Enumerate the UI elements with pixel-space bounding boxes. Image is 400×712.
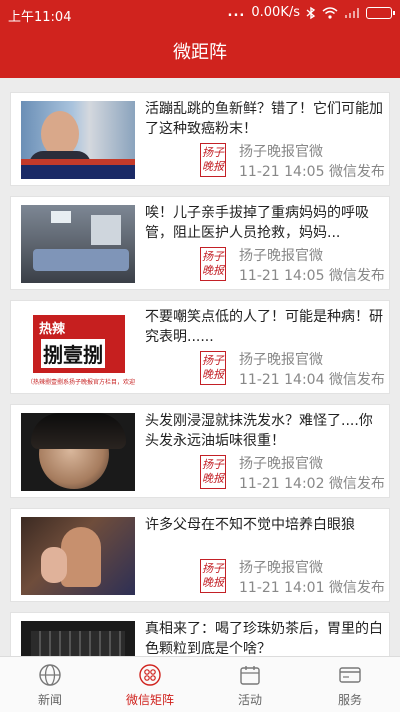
card-icon <box>339 667 361 683</box>
article-time: 11-21 14:02 <box>239 476 325 492</box>
tab-wechat-matrix[interactable]: 微信矩阵 <box>100 657 200 712</box>
article-channel: 微信发布 <box>328 372 385 388</box>
thumb-tag: 热辣 <box>39 322 66 337</box>
article-time: 11-21 14:04 <box>239 372 325 388</box>
article-card[interactable]: 唉！儿子亲手拔掉了重病妈妈的呼吸管，阻止医护人员抢救，妈妈... 扬子 晚报 扬子… <box>10 196 390 290</box>
article-source: 扬子晚报官微 <box>239 248 323 264</box>
tab-news[interactable]: 新闻 <box>0 657 100 712</box>
publisher-logo: 扬子 晚报 <box>200 559 226 593</box>
article-card[interactable]: 头发刚浸湿就抹洗发水？难怪了....你头发永远油垢味很重！ 扬子 晚报 扬子晚报官… <box>10 404 390 498</box>
article-thumbnail <box>21 413 135 491</box>
article-source: 扬子晚报官微 <box>239 144 323 160</box>
article-card[interactable]: 真相来了：喝了珍珠奶茶后，胃里的白色颗粒到底是个啥？ <box>10 612 390 656</box>
article-title: 唉！儿子亲手拔掉了重病妈妈的呼吸管，阻止医护人员抢救，妈妈... <box>145 205 369 241</box>
notification-dots: ... <box>227 5 246 20</box>
wifi-icon <box>322 6 338 19</box>
publisher-logo: 扬子 晚报 <box>200 247 226 281</box>
article-title: 许多父母在不知不觉中培养白眼狼 <box>145 517 355 533</box>
article-card[interactable]: 热辣 捌壹捌 （热辣捌壹捌系扬子晚报官方栏目，欢迎关注） 不要嘲笑点低的人了！可… <box>10 300 390 394</box>
article-time: 11-21 14:05 <box>239 268 325 284</box>
tab-label: 服务 <box>337 693 362 707</box>
article-meta: 11-21 14:05 微信发布 <box>239 161 385 181</box>
net-speed: 0.00K/s <box>251 5 300 20</box>
thumb-caption: （热辣捌壹捌系扬子晚报官方栏目，欢迎关注） <box>27 379 135 386</box>
article-time: 11-21 14:05 <box>239 164 325 180</box>
bottom-tab-bar: 新闻 微信矩阵 活动 服务 <box>0 656 400 712</box>
status-indicators: ... 0.00K/s <box>227 5 395 20</box>
globe-icon <box>39 664 61 686</box>
tab-events[interactable]: 活动 <box>200 657 300 712</box>
article-channel: 微信发布 <box>328 164 385 180</box>
thumb-title: 捌壹捌 <box>41 339 105 368</box>
status-time: 上午11:04 <box>8 10 72 25</box>
battery-icon <box>366 6 395 19</box>
article-thumbnail <box>21 101 135 179</box>
article-source: 扬子晚报官微 <box>239 456 323 472</box>
publisher-logo: 扬子 晚报 <box>200 351 226 385</box>
article-thumbnail <box>21 205 135 283</box>
article-time: 11-21 14:01 <box>239 580 325 596</box>
matrix-icon <box>139 664 161 686</box>
article-source: 扬子晚报官微 <box>239 352 323 368</box>
article-meta: 11-21 14:01 微信发布 <box>239 577 385 597</box>
calendar-icon <box>240 666 260 685</box>
tab-services[interactable]: 服务 <box>300 657 400 712</box>
tab-label: 新闻 <box>37 693 62 707</box>
tab-label: 微信矩阵 <box>125 693 174 707</box>
article-channel: 微信发布 <box>328 268 385 284</box>
article-card[interactable]: 许多父母在不知不觉中培养白眼狼 扬子 晚报 扬子晚报官微 11-21 14:01 … <box>10 508 390 602</box>
page-title: 微距阵 <box>0 28 400 78</box>
publisher-logo: 扬子 晚报 <box>200 455 226 489</box>
article-feed[interactable]: 活蹦乱跳的鱼新鲜？错了！它们可能加了这种致癌粉末！ 扬子 晚报 扬子晚报官微 11… <box>0 78 400 656</box>
article-thumbnail: 热辣 捌壹捌 （热辣捌壹捌系扬子晚报官方栏目，欢迎关注） <box>21 309 135 387</box>
article-title: 真相来了：喝了珍珠奶茶后，胃里的白色颗粒到底是个啥？ <box>145 621 383 656</box>
article-title: 头发刚浸湿就抹洗发水？难怪了....你头发永远油垢味很重！ <box>145 413 373 449</box>
signal-icon <box>345 7 359 18</box>
article-meta: 11-21 14:05 微信发布 <box>239 265 385 285</box>
article-channel: 微信发布 <box>328 580 385 596</box>
article-card[interactable]: 活蹦乱跳的鱼新鲜？错了！它们可能加了这种致癌粉末！ 扬子 晚报 扬子晚报官微 11… <box>10 92 390 186</box>
bluetooth-icon <box>306 6 316 19</box>
article-thumbnail <box>21 517 135 595</box>
status-bar: 上午11:04 ... 0.00K/s <box>0 0 400 28</box>
article-title: 不要嘲笑点低的人了！可能是种病！研究表明...... <box>145 309 383 345</box>
article-meta: 11-21 14:04 微信发布 <box>239 369 385 389</box>
article-channel: 微信发布 <box>328 476 385 492</box>
article-thumbnail <box>21 621 135 656</box>
tab-label: 活动 <box>237 693 262 707</box>
article-title: 活蹦乱跳的鱼新鲜？错了！它们可能加了这种致癌粉末！ <box>145 101 383 137</box>
article-meta: 11-21 14:02 微信发布 <box>239 473 385 493</box>
article-source: 扬子晚报官微 <box>239 560 323 576</box>
publisher-logo: 扬子 晚报 <box>200 143 226 177</box>
